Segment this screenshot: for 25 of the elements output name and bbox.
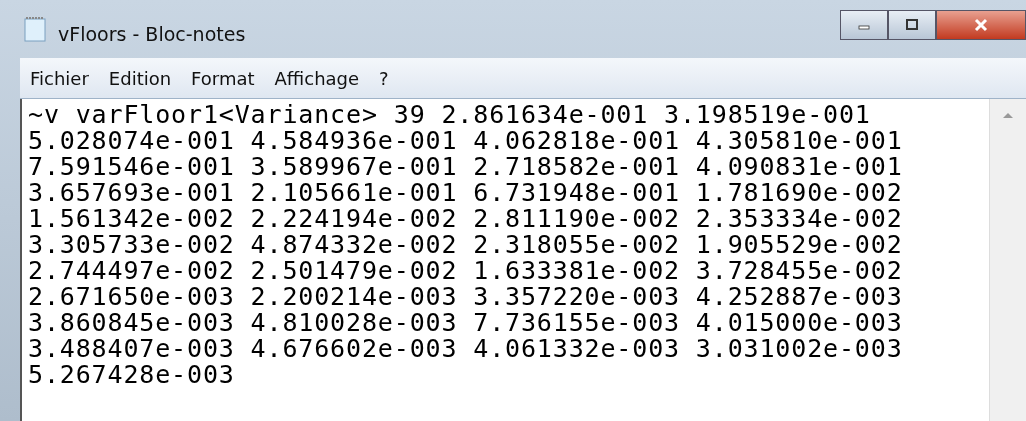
menu-item[interactable]: ? xyxy=(369,67,399,89)
text-line: ~v varFloor1<Variance> 39 2.861634e-001 3.198519e-001 xyxy=(28,102,872,128)
text-area[interactable] xyxy=(20,99,1026,421)
menu-item[interactable]: Edition xyxy=(98,67,182,89)
minimize-button[interactable] xyxy=(840,10,888,40)
text-line: 3.860845e-003 4.810028e-003 7.736155e-003 4.015000e-003 xyxy=(28,310,904,336)
scrollbar[interactable] xyxy=(989,99,1026,421)
menu-item[interactable]: Fichier xyxy=(20,67,99,89)
text-line: 5.028074e-001 4.584936e-001 4.062818e-001 4.305810e-001 xyxy=(28,128,904,154)
text-line: 3.657693e-001 2.105661e-001 6.731948e-001 1.781690e-002 xyxy=(28,180,904,206)
menu-item[interactable]: Format xyxy=(181,67,265,89)
notepad-icon xyxy=(24,16,46,42)
maximize-button[interactable] xyxy=(888,10,936,40)
menu-item[interactable]: Affichage xyxy=(264,67,370,89)
text-line: 3.305733e-002 4.874332e-002 2.318055e-002 1.905529e-002 xyxy=(28,232,904,258)
text-line: 5.267428e-003 xyxy=(28,362,236,388)
text-line: 2.744497e-002 2.501479e-002 1.633381e-002 3.728455e-002 xyxy=(28,258,904,284)
text-line: 7.591546e-001 3.589967e-001 2.718582e-001 4.090831e-001 xyxy=(28,154,904,180)
close-button[interactable] xyxy=(936,10,1026,40)
maximize-icon xyxy=(905,19,919,31)
text-line: 3.488407e-003 4.676602e-003 4.061332e-003 3.031002e-003 xyxy=(28,336,904,362)
close-icon xyxy=(973,18,989,32)
window-title: vFloors - Bloc-notes xyxy=(58,23,246,45)
text-line: 2.671650e-003 2.200214e-003 3.357220e-003 4.252887e-003 xyxy=(28,284,904,310)
text-line: 1.561342e-002 2.224194e-002 2.811190e-002 2.353334e-002 xyxy=(28,206,904,232)
